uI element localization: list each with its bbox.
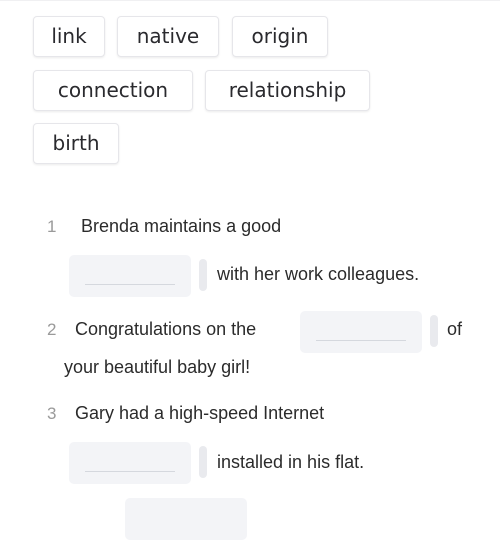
question-text-before: Gary had a high-speed Internet: [75, 403, 325, 423]
answer-blank-4-partial[interactable]: [125, 498, 247, 540]
question-text-before: Brenda maintains a good: [81, 216, 282, 236]
drag-handle[interactable]: [430, 315, 438, 347]
answer-blank-3[interactable]: [69, 442, 191, 484]
blank-underline: [85, 284, 175, 285]
question-text-after: installed in his flat.: [217, 452, 365, 472]
word-chip-birth[interactable]: birth: [33, 123, 119, 164]
word-chip-connection[interactable]: connection: [33, 70, 193, 111]
question-text-after: your beautiful baby girl!: [64, 357, 251, 377]
question-text-before: Congratulations on the: [75, 319, 257, 339]
drag-handle[interactable]: [199, 259, 207, 291]
blank-underline: [85, 471, 175, 472]
question-text-after: with her work colleagues.: [217, 264, 420, 284]
top-divider: [0, 0, 500, 1]
answer-blank-2[interactable]: [300, 311, 422, 353]
word-chip-relationship[interactable]: relationship: [205, 70, 370, 111]
word-chip-native[interactable]: native: [117, 16, 219, 57]
word-chip-origin[interactable]: origin: [232, 16, 328, 57]
drag-handle[interactable]: [199, 446, 207, 478]
word-chip-link[interactable]: link: [33, 16, 105, 57]
question-number: 1: [47, 217, 57, 236]
question-number: 2: [47, 320, 57, 339]
question-text-inline-after: of: [447, 319, 463, 339]
question-number: 3: [47, 404, 57, 423]
answer-blank-1[interactable]: [69, 255, 191, 297]
blank-underline: [316, 340, 406, 341]
